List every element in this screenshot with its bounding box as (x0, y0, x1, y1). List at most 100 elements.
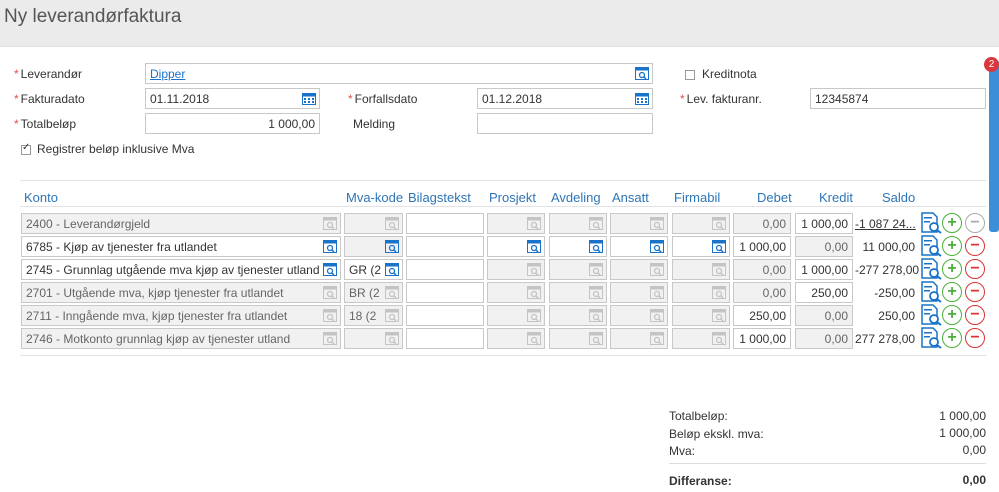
debet-cell[interactable]: 1 000,00 (733, 328, 791, 349)
prosjekt-cell[interactable] (487, 236, 545, 257)
col-mvakode[interactable]: Mva-kode (346, 190, 403, 205)
add-row-icon[interactable]: + (942, 305, 962, 325)
prosjekt-cell[interactable] (487, 213, 545, 234)
konto-cell[interactable]: 2400 - Leverandørgjeld (21, 213, 341, 234)
add-row-icon[interactable]: + (942, 328, 962, 348)
prosjekt-cell[interactable] (487, 259, 545, 280)
fakturadato-field[interactable]: 01.11.2018 (145, 88, 320, 109)
col-bilagstekst[interactable]: Bilagstekst (408, 190, 471, 205)
mvakode-cell[interactable] (344, 213, 403, 234)
levfakturanr-field[interactable]: 12345874 (810, 88, 986, 109)
avdeling-cell[interactable] (549, 282, 607, 303)
firmabil-cell[interactable] (672, 259, 730, 280)
remove-row-icon[interactable]: − (965, 282, 985, 302)
calendar-icon[interactable] (302, 92, 316, 105)
lookup-icon[interactable] (635, 67, 649, 80)
document-search-icon[interactable] (920, 235, 942, 257)
add-row-icon[interactable]: + (942, 213, 962, 233)
konto-cell[interactable]: 2745 - Grunnlag utgående mva kjøp av tje… (21, 259, 341, 280)
col-prosjekt[interactable]: Prosjekt (489, 190, 536, 205)
mvakode-cell[interactable]: BR (2 (344, 282, 403, 303)
leverandor-link[interactable]: Dipper (150, 67, 185, 81)
avdeling-cell[interactable] (549, 213, 607, 234)
debet-cell[interactable]: 0,00 (733, 259, 791, 280)
konto-cell[interactable]: 2711 - Inngående mva, kjøp tjenester fra… (21, 305, 341, 326)
firmabil-cell[interactable] (672, 328, 730, 349)
document-search-icon[interactable] (920, 304, 942, 326)
leverandor-field[interactable]: Dipper (145, 63, 653, 84)
document-search-icon[interactable] (920, 258, 942, 280)
ansatt-cell[interactable] (610, 236, 668, 257)
ansatt-cell[interactable] (610, 282, 668, 303)
kredit-cell[interactable]: 0,00 (795, 328, 853, 349)
sum-totalbelop-value: 1 000,00 (939, 409, 986, 423)
add-row-icon[interactable]: + (942, 282, 962, 302)
melding-field[interactable] (477, 113, 653, 134)
ansatt-cell[interactable] (610, 259, 668, 280)
saldo-value[interactable]: -1 087 24... (855, 217, 916, 231)
document-search-icon[interactable] (920, 281, 942, 303)
kredit-cell-value: 250,00 (811, 286, 848, 300)
add-row-icon[interactable]: + (942, 259, 962, 279)
prosjekt-cell[interactable] (487, 328, 545, 349)
remove-row-icon[interactable]: − (965, 236, 985, 256)
remove-row-icon[interactable]: − (965, 328, 985, 348)
bilagstekst-cell[interactable] (406, 213, 484, 234)
bilagstekst-cell[interactable] (406, 236, 484, 257)
debet-cell[interactable]: 0,00 (733, 282, 791, 303)
remove-row-icon[interactable]: − (965, 305, 985, 325)
col-kredit[interactable]: Kredit (819, 190, 853, 205)
bilagstekst-cell[interactable] (406, 282, 484, 303)
col-ansatt[interactable]: Ansatt (612, 190, 649, 205)
mvakode-cell[interactable] (344, 328, 403, 349)
bilagstekst-cell[interactable] (406, 328, 484, 349)
forfallsdato-field[interactable]: 01.12.2018 (477, 88, 653, 109)
debet-cell-value: 250,00 (749, 309, 786, 323)
notification-badge[interactable]: 2 (984, 57, 999, 72)
konto-cell[interactable]: 2746 - Motkonto grunnlag kjøp av tjenest… (21, 328, 341, 349)
firmabil-cell[interactable] (672, 282, 730, 303)
debet-cell[interactable]: 250,00 (733, 305, 791, 326)
bilagstekst-cell[interactable] (406, 305, 484, 326)
konto-cell[interactable]: 2701 - Utgående mva, kjøp tjenester fra … (21, 282, 341, 303)
col-saldo[interactable]: Saldo (882, 190, 915, 205)
kredit-cell[interactable]: 1 000,00 (795, 213, 853, 234)
kreditnota-checkbox[interactable] (685, 70, 695, 80)
remove-row-icon[interactable]: − (965, 213, 985, 233)
inkl-mva-checkbox[interactable] (21, 142, 31, 155)
bilagstekst-cell[interactable] (406, 259, 484, 280)
avdeling-cell[interactable] (549, 236, 607, 257)
document-search-icon[interactable] (920, 212, 942, 234)
debet-cell[interactable]: 1 000,00 (733, 236, 791, 257)
col-debet[interactable]: Debet (757, 190, 792, 205)
mvakode-cell[interactable]: GR (2 (344, 259, 403, 280)
mvakode-cell[interactable]: 18 (2 (344, 305, 403, 326)
kredit-cell[interactable]: 1 000,00 (795, 259, 853, 280)
totalbelop-field[interactable]: 1 000,00 (145, 113, 320, 134)
firmabil-cell[interactable] (672, 213, 730, 234)
ansatt-cell[interactable] (610, 328, 668, 349)
konto-cell[interactable]: 6785 - Kjøp av tjenester fra utlandet (21, 236, 341, 257)
mvakode-cell[interactable] (344, 236, 403, 257)
ansatt-cell[interactable] (610, 305, 668, 326)
firmabil-cell[interactable] (672, 305, 730, 326)
scrollbar[interactable] (989, 60, 999, 232)
kredit-cell[interactable]: 0,00 (795, 236, 853, 257)
avdeling-cell[interactable] (549, 259, 607, 280)
prosjekt-cell[interactable] (487, 305, 545, 326)
avdeling-cell[interactable] (549, 328, 607, 349)
firmabil-cell[interactable] (672, 236, 730, 257)
calendar-icon[interactable] (635, 92, 649, 105)
kredit-cell[interactable]: 250,00 (795, 282, 853, 303)
add-row-icon[interactable]: + (942, 236, 962, 256)
prosjekt-cell[interactable] (487, 282, 545, 303)
avdeling-cell[interactable] (549, 305, 607, 326)
document-search-icon[interactable] (920, 327, 942, 349)
col-avdeling[interactable]: Avdeling (551, 190, 601, 205)
col-konto[interactable]: Konto (24, 190, 58, 205)
remove-row-icon[interactable]: − (965, 259, 985, 279)
col-firmabil[interactable]: Firmabil (674, 190, 720, 205)
debet-cell[interactable]: 0,00 (733, 213, 791, 234)
ansatt-cell[interactable] (610, 213, 668, 234)
kredit-cell[interactable]: 0,00 (795, 305, 853, 326)
